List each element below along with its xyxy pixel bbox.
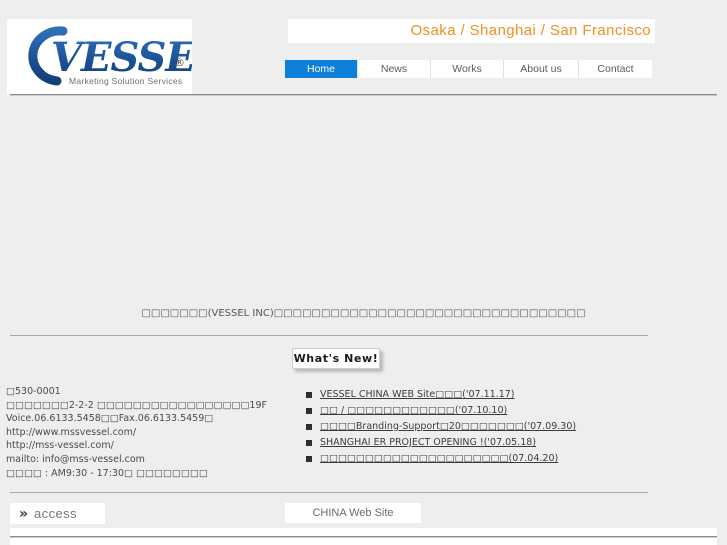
news-list: VESSEL CHINA WEB Site□□□('07.11.17) □□ /…	[306, 388, 646, 468]
bullet-square-icon	[306, 456, 312, 462]
website-link-secondary[interactable]: http://mss-vessel.com/	[6, 439, 236, 453]
vessel-logo-art: VESSEL Marketing Solution Services	[28, 26, 192, 86]
news-link[interactable]: SHANGHAI ER PROJECT OPENING !('07.05.18)	[320, 436, 536, 450]
contact-info-block: □530-0001 □□□□□□□2-2-2 □□□□□□□□□□□□□□□□□…	[6, 385, 267, 480]
tab-about-us[interactable]: About us	[503, 60, 578, 78]
news-link[interactable]: VESSEL CHINA WEB Site□□□('07.11.17)	[320, 388, 515, 402]
phone-fax-line: Voice.06.6133.5458□□Fax.06.6133.5459□	[6, 413, 214, 425]
double-chevron-right-icon: »	[19, 505, 29, 522]
whats-new-label: What's New!	[293, 352, 379, 365]
svg-text:VESSEL: VESSEL	[51, 34, 192, 81]
list-item[interactable]: □□□□□□□□□□□□□□□□□□□□□(07.04.20)	[306, 452, 646, 468]
street-address-line: □□□□□□□2-2-2 □□□□□□□□□□□□□□□□□19F	[6, 399, 267, 411]
news-link[interactable]: □□□□Branding-Support□20□□□□□□□('07.09.30…	[320, 420, 576, 434]
list-item[interactable]: VESSEL CHINA WEB Site□□□('07.11.17)	[306, 388, 646, 404]
china-web-site-label: CHINA Web Site	[312, 507, 394, 519]
tab-works[interactable]: Works	[430, 60, 503, 78]
business-hours-line: □□□□ : AM9:30 - 17:30□ □□□□□□□□	[6, 467, 208, 479]
list-item[interactable]: □□□□Branding-Support□20□□□□□□□('07.09.30…	[306, 420, 646, 436]
whats-new-banner: What's New!	[292, 348, 380, 369]
cities-banner: Osaka / Shanghai / San Francisco	[288, 19, 655, 43]
footer-bottom-rule	[10, 536, 717, 538]
bullet-square-icon	[306, 392, 312, 398]
email-link[interactable]: mailto: info@mss-vessel.com	[6, 453, 236, 467]
bullet-square-icon	[306, 440, 312, 446]
bullet-square-icon	[306, 424, 312, 430]
news-link[interactable]: □□□□□□□□□□□□□□□□□□□□□(07.04.20)	[320, 452, 558, 466]
logo[interactable]: VESSEL Marketing Solution Services ®	[7, 19, 192, 94]
company-intro-text: □□□□□□□(VESSEL INC)□□□□□□□□□□□□□□□□□□□□□…	[141, 308, 586, 319]
svg-text:Marketing Solution Services: Marketing Solution Services	[69, 76, 182, 86]
main-navigation: Home News Works About us Contact	[285, 60, 652, 78]
cities-text: Osaka / Shanghai / San Francisco	[410, 22, 651, 39]
china-web-site-button[interactable]: CHINA Web Site	[285, 503, 421, 523]
tab-contact[interactable]: Contact	[578, 60, 652, 78]
list-item[interactable]: SHANGHAI ER PROJECT OPENING !('07.05.18)	[306, 436, 646, 452]
access-label: access	[34, 506, 77, 521]
access-button[interactable]: » access	[10, 503, 105, 524]
tab-news[interactable]: News	[357, 60, 430, 78]
header-divider	[10, 94, 717, 96]
registered-trademark-icon: ®	[174, 56, 185, 69]
bullet-square-icon	[306, 408, 312, 414]
news-link[interactable]: □□ / □□□□□□□□□□□□('07.10.10)	[320, 404, 507, 418]
list-item[interactable]: □□ / □□□□□□□□□□□□('07.10.10)	[306, 404, 646, 420]
website-link-primary[interactable]: http://www.mssvessel.com/	[6, 426, 236, 440]
content-divider	[10, 335, 648, 336]
site-header: VESSEL Marketing Solution Services ® Osa…	[0, 0, 727, 96]
postal-code-line: □530-0001	[6, 386, 61, 397]
tab-home[interactable]: Home	[285, 60, 357, 78]
footer-divider	[10, 492, 648, 493]
